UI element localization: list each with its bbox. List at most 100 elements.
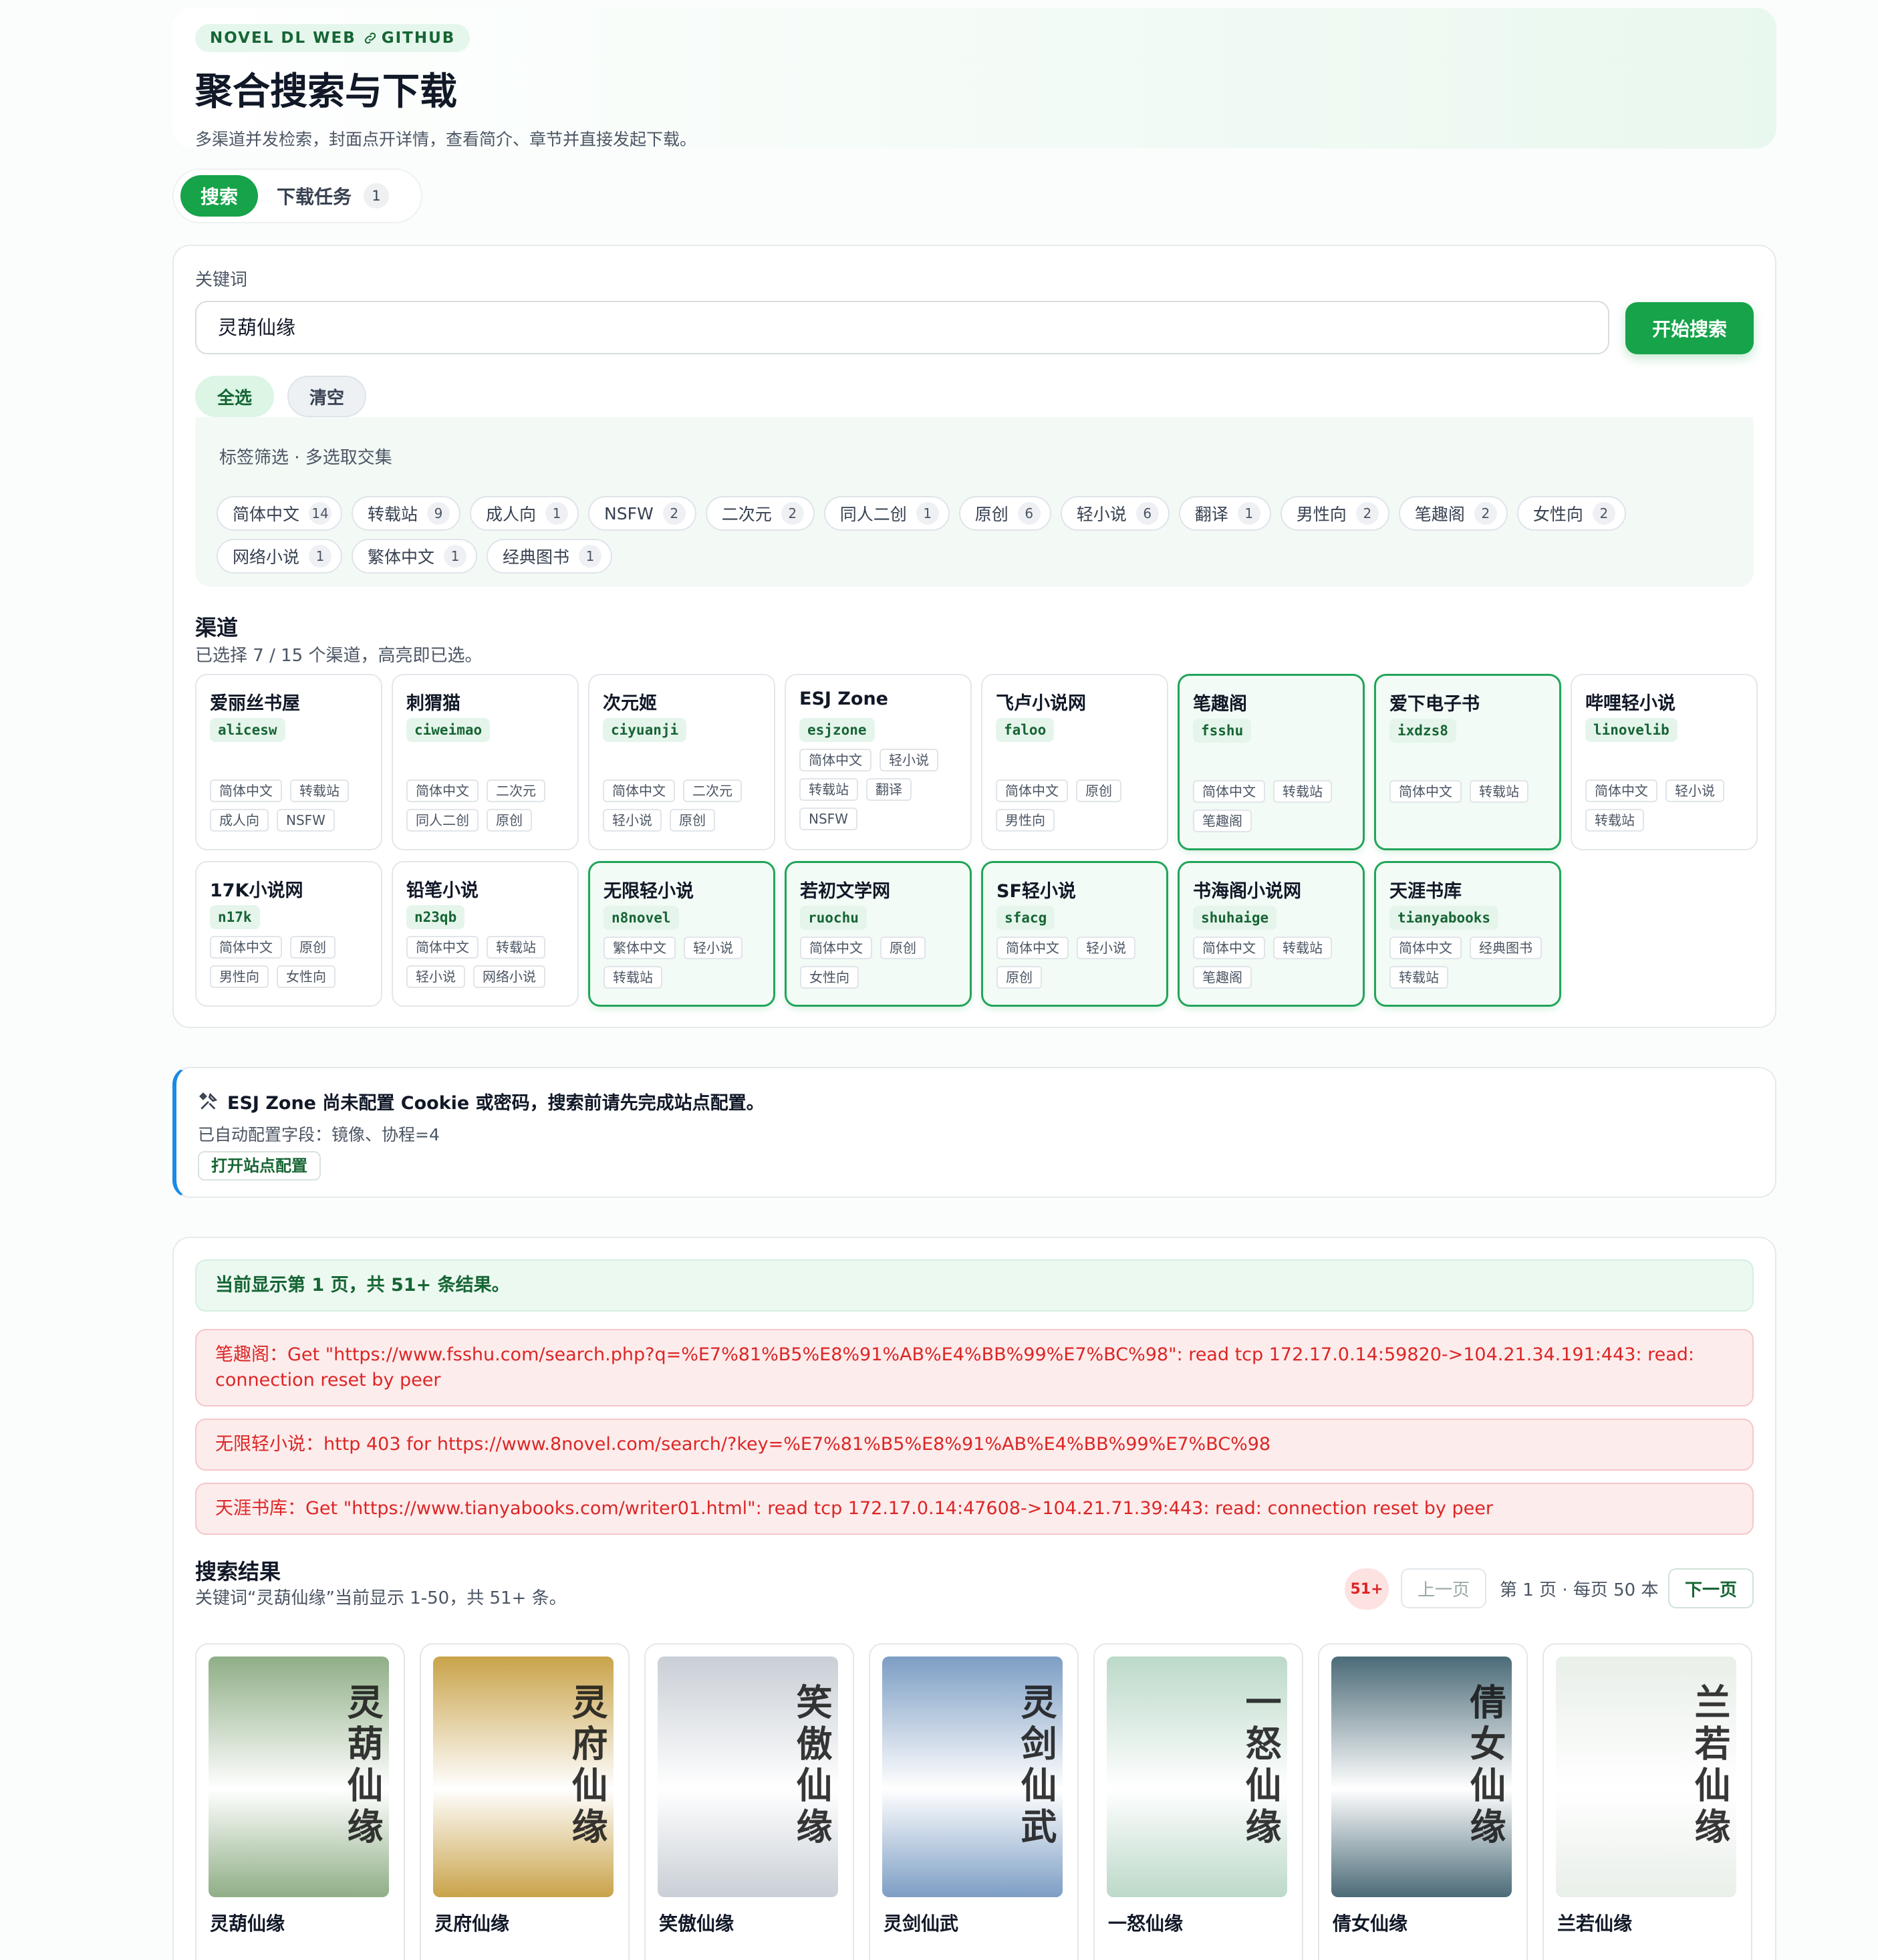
channel-card[interactable]: 飞卢小说网 faloo 简体中文 原创 男性向 [981,674,1168,850]
tag-filter-chip[interactable]: 轻小说 6 [1060,496,1170,531]
tag-filter-title: 标签筛选 · 多选取交集 [219,448,392,468]
channel-card[interactable]: ESJ Zone esjzone 简体中文 轻小说 转载站 翻译 NSFW [785,674,972,850]
tag-chip-count: 6 [1017,502,1041,525]
tag-filter-chip[interactable]: 女性向 2 [1516,496,1626,531]
tag-chip-label: 女性向 [1532,505,1583,524]
book-cover-image[interactable]: 灵府仙缘 [433,1657,614,1897]
channel-card[interactable]: 爱下电子书 ixdzs8 简体中文 转载站 [1374,674,1561,850]
channel-name: 飞卢小说网 [996,693,1086,714]
tag-filter-chip[interactable]: 经典图书 1 [487,539,613,574]
book-cover-image[interactable]: 笑傲仙缘 [658,1657,838,1897]
channel-card[interactable]: 17K小说网 n17k 简体中文 原创 男性向 女性向 [195,861,382,1007]
book-card[interactable]: 兰若仙缘 兰若仙缘 [1542,1643,1752,1960]
channel-tags: 简体中文 二次元 同人二创 原创 [406,779,573,832]
channel-name: ESJ Zone [799,689,888,709]
book-card[interactable]: 一怒仙缘 一怒仙缘 [1093,1643,1303,1960]
results-panel: 当前显示第 1 页，共 51+ 条结果。 笔趣阁：Get "https://ww… [172,1237,1776,1960]
channel-card[interactable]: 刺猬猫 ciweimao 简体中文 二次元 同人二创 原创 [392,674,579,850]
tag-filter-chip[interactable]: 繁体中文 1 [352,539,478,574]
tag-chip-label: 成人向 [486,505,537,524]
select-all-button[interactable]: 全选 [195,376,274,417]
channel-card[interactable]: 笔趣阁 fsshu 简体中文 转载站 笔趣阁 [1178,674,1365,850]
book-cover-image[interactable]: 兰若仙缘 [1556,1657,1736,1897]
tag-filter-chip[interactable]: NSFW 2 [588,496,696,531]
tag-chip-label: 转载站 [368,505,418,524]
channel-tag: 转载站 [1585,809,1644,832]
channel-tag: 女性向 [800,966,859,989]
book-cover-image[interactable]: 灵剑仙武 [882,1657,1063,1897]
channel-card[interactable]: 无限轻小说 n8novel 繁体中文 轻小说 转载站 [588,861,775,1007]
channel-tag: 男性向 [210,965,269,988]
tag-chip-count: 2 [1355,502,1379,525]
start-search-button[interactable]: 开始搜索 [1625,302,1754,354]
channel-code: linovelib [1585,718,1678,742]
channel-code: n17k [210,905,260,929]
book-title: 倩女仙缘 [1333,1913,1408,1935]
tag-chip-label: 笔趣阁 [1414,505,1465,524]
keyword-input[interactable]: 灵葫仙缘 [195,301,1609,354]
tab-downloads[interactable]: 下载任务 1 [270,175,396,217]
book-card[interactable]: 灵剑仙武 灵剑仙武 [869,1643,1079,1960]
tag-chip-count: 2 [1592,502,1615,525]
book-cover-image[interactable]: 倩女仙缘 [1331,1657,1512,1897]
channel-tag: 轻小说 [684,937,743,959]
channel-tags: 简体中文 转载站 轻小说 网络小说 [406,936,573,988]
clear-button[interactable]: 清空 [287,376,366,417]
channel-code: fsshu [1193,719,1252,743]
channel-tag: 原创 [670,809,715,832]
next-page-button[interactable]: 下一页 [1668,1568,1754,1608]
tag-chip-label: 同人二创 [839,505,907,524]
tag-filter-chip[interactable]: 同人二创 1 [823,496,950,531]
results-summary: 关键词“灵葫仙缘”当前显示 1-50，共 51+ 条。 [195,1588,567,1608]
tag-filter-chip[interactable]: 原创 6 [958,496,1051,531]
channel-name: 爱下电子书 [1389,694,1480,715]
book-title: 灵府仙缘 [434,1913,510,1935]
book-cover-image[interactable]: 灵葫仙缘 [209,1657,389,1897]
channel-name: 次元姬 [603,693,657,714]
book-card[interactable]: 灵葫仙缘 灵葫仙缘 [195,1643,405,1960]
error-message: 笔趣阁：Get "https://www.fsshu.com/search.ph… [195,1329,1754,1406]
book-card[interactable]: 倩女仙缘 倩女仙缘 [1318,1643,1528,1960]
channel-tag: 简体中文 [603,779,675,802]
tag-chip-label: 网络小说 [233,547,300,567]
channel-tag: 轻小说 [1077,937,1135,959]
prev-page-button[interactable]: 上一页 [1401,1568,1486,1608]
tag-filter-chip[interactable]: 二次元 2 [705,496,815,531]
tag-filter-chip[interactable]: 笔趣阁 2 [1398,496,1508,531]
link-icon [364,32,376,44]
channel-card[interactable]: 次元姬 ciyuanji 简体中文 二次元 轻小说 原创 [588,674,775,850]
tag-filter-chip[interactable]: 男性向 2 [1280,496,1389,531]
channel-card[interactable]: 若初文学网 ruochu 简体中文 原创 女性向 [785,861,972,1007]
channel-card[interactable]: 书海阁小说网 shuhaige 简体中文 转载站 笔趣阁 [1178,861,1365,1007]
channel-card[interactable]: 天涯书库 tianyabooks 简体中文 经典图书 转载站 [1374,861,1561,1007]
open-site-config-button[interactable]: 打开站点配置 [198,1151,321,1181]
channel-code: shuhaige [1193,906,1277,930]
tag-filter-chip[interactable]: 简体中文 14 [217,496,343,531]
channel-card[interactable]: 爱丽丝书屋 alicesw 简体中文 转载站 成人向 NSFW [195,674,382,850]
channel-card[interactable]: SF轻小说 sfacg 简体中文 轻小说 原创 [981,861,1168,1007]
hero-header: NOVEL DL WEB GITHUB 聚合搜索与下载 多渠道并发检索，封面点开… [172,8,1776,149]
channel-tag: 原创 [487,809,532,832]
channel-tag: 简体中文 [800,937,872,959]
book-card[interactable]: 灵府仙缘 灵府仙缘 [420,1643,630,1960]
channel-tag: 简体中文 [210,936,282,959]
tag-filter-chip[interactable]: 转载站 9 [352,496,461,531]
channel-card[interactable]: 哔哩轻小说 linovelib 简体中文 轻小说 转载站 [1571,674,1758,850]
tag-row: 网络小说 1 繁体中文 1 经典图书 1 [217,539,613,574]
channel-card[interactable]: 铅笔小说 n23qb 简体中文 转载站 轻小说 网络小说 [392,861,579,1007]
book-cover-image[interactable]: 一怒仙缘 [1107,1657,1287,1897]
tag-chip-count: 1 [545,502,569,525]
error-message: 无限轻小说：http 403 for https://www.8novel.co… [195,1419,1754,1471]
tab-search[interactable]: 搜索 [180,175,259,217]
book-card[interactable]: 笑傲仙缘 笑傲仙缘 [644,1643,854,1960]
book-cover-text: 灵府仙缘 [565,1683,608,1849]
github-link[interactable]: GITHUB [363,29,456,47]
tag-filter-chip[interactable]: 成人向 1 [470,496,579,531]
tag-chip-count: 1 [1237,502,1260,525]
tag-filter-chip[interactable]: 翻译 1 [1178,496,1271,531]
channel-name: 铅笔小说 [406,880,479,901]
tag-filter-chip[interactable]: 网络小说 1 [217,539,343,574]
channel-tag: 简体中文 [1389,937,1462,959]
channel-tag: 轻小说 [880,749,938,771]
channel-tag: 简体中文 [406,779,479,802]
